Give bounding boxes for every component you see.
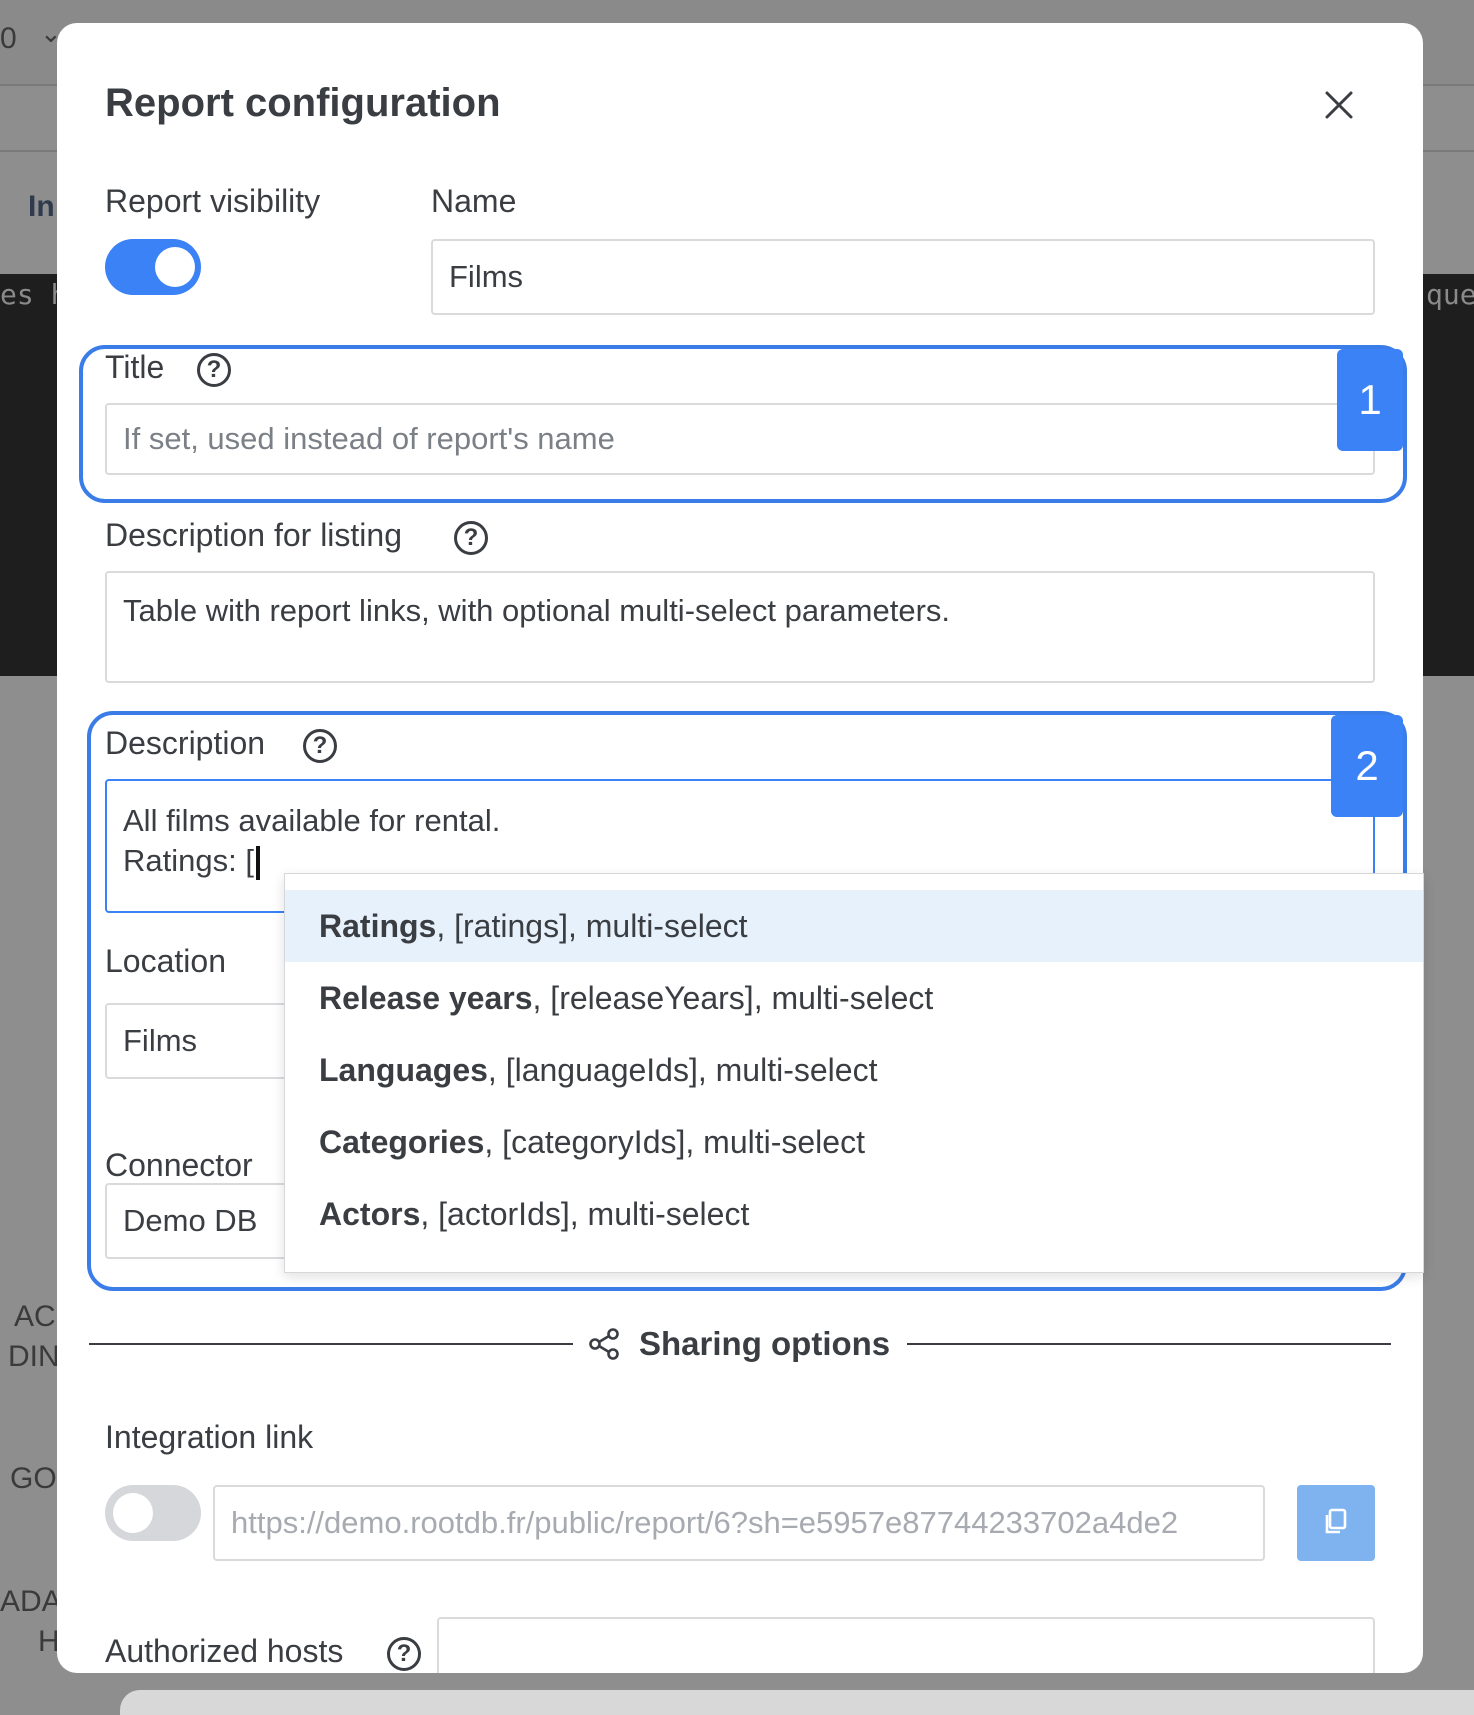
- background-row-text: ADA: [0, 1585, 62, 1618]
- autocomplete-item[interactable]: Release years, [releaseYears], multi-sel…: [285, 962, 1423, 1034]
- background-row-text: DIN: [8, 1340, 60, 1373]
- help-icon[interactable]: ?: [303, 729, 337, 763]
- report-visibility-toggle[interactable]: [105, 239, 201, 295]
- background-row-text: GO: [10, 1462, 57, 1495]
- integration-link-toggle[interactable]: [105, 1485, 201, 1541]
- sharing-options-heading: Sharing options: [639, 1325, 891, 1362]
- authorized-hosts-input[interactable]: [437, 1617, 1375, 1673]
- help-icon[interactable]: ?: [454, 521, 488, 555]
- report-visibility-label: Report visibility: [105, 183, 321, 219]
- autocomplete-item-name: Languages: [319, 1051, 488, 1088]
- integration-link-label: Integration link: [105, 1419, 314, 1455]
- copy-link-button[interactable]: [1297, 1485, 1375, 1561]
- title-input[interactable]: If set, used instead of report's name: [105, 403, 1375, 475]
- modal-title: Report configuration: [105, 81, 501, 125]
- autocomplete-item[interactable]: Languages, [languageIds], multi-select: [285, 1034, 1423, 1106]
- description-label: Description: [105, 725, 266, 761]
- close-icon[interactable]: [1323, 89, 1355, 121]
- toggle-knob: [113, 1493, 153, 1533]
- autocomplete-item-detail: , [ratings], multi-select: [436, 907, 748, 944]
- autocomplete-item-detail: , [categoryIds], multi-select: [484, 1123, 865, 1160]
- text-cursor: [255, 845, 260, 880]
- background-code-right: que: [1426, 278, 1474, 311]
- description-listing-textarea[interactable]: Table with report links, with optional m…: [105, 571, 1375, 683]
- autocomplete-item-detail: , [actorIds], multi-select: [420, 1195, 750, 1232]
- autocomplete-item-detail: , [releaseYears], multi-select: [532, 979, 934, 1016]
- background-tab-label: In: [28, 190, 55, 223]
- connector-label: Connector: [105, 1147, 253, 1183]
- autocomplete-item-name: Actors: [319, 1195, 421, 1232]
- autocomplete-item-name: Release years: [319, 979, 533, 1016]
- background-bottom-panel: [120, 1690, 1474, 1715]
- description-line-2: Ratings: [: [123, 841, 260, 881]
- description-listing-label: Description for listing: [105, 517, 402, 553]
- toggle-knob: [155, 247, 195, 287]
- description-listing-text: Table with report links, with optional m…: [123, 593, 951, 628]
- description-line-2-text: Ratings: [: [123, 843, 254, 878]
- report-configuration-modal: Report configuration Report visibility N…: [57, 23, 1423, 1673]
- integration-link-input[interactable]: https://demo.rootdb.fr/public/report/6?s…: [213, 1485, 1265, 1561]
- autocomplete-item-name: Categories: [319, 1123, 485, 1160]
- help-icon[interactable]: ?: [387, 1637, 421, 1671]
- copy-icon: [1321, 1506, 1351, 1541]
- autocomplete-item[interactable]: Actors, [actorIds], multi-select: [285, 1178, 1423, 1250]
- annotation-badge-1: 1: [1337, 349, 1403, 451]
- name-label: Name: [431, 183, 517, 219]
- title-label: Title: [105, 349, 165, 385]
- parameter-autocomplete-dropdown: Ratings, [ratings], multi-select Release…: [284, 873, 1424, 1273]
- divider-right: [907, 1343, 1391, 1345]
- share-icon: [587, 1327, 621, 1361]
- background-select-value: 0: [0, 22, 17, 55]
- authorized-hosts-label: Authorized hosts: [105, 1633, 344, 1669]
- help-icon[interactable]: ?: [197, 353, 231, 387]
- autocomplete-item[interactable]: Ratings, [ratings], multi-select: [285, 890, 1423, 962]
- annotation-badge-2: 2: [1331, 715, 1403, 817]
- location-label: Location: [105, 943, 226, 979]
- autocomplete-item-name: Ratings: [319, 907, 437, 944]
- description-line-1: All films available for rental.: [123, 803, 501, 838]
- divider-left: [89, 1343, 573, 1345]
- name-input[interactable]: Films: [431, 239, 1375, 315]
- autocomplete-item[interactable]: Categories, [categoryIds], multi-select: [285, 1106, 1423, 1178]
- background-row-text: AC: [14, 1300, 56, 1333]
- autocomplete-item-detail: , [languageIds], multi-select: [487, 1051, 878, 1088]
